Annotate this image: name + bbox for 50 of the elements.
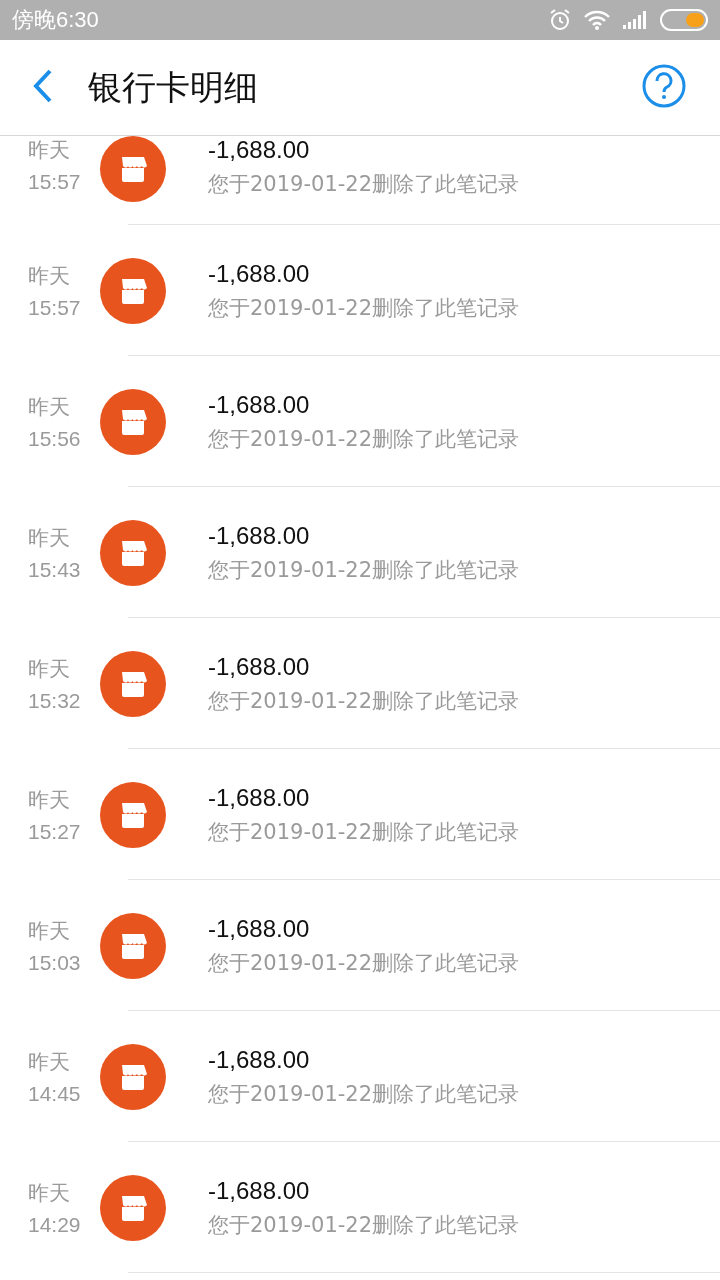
transaction-amount: -1,688.00 xyxy=(208,914,311,943)
transaction-amount: -1,688.00 xyxy=(208,1176,311,1205)
transaction-day: 昨天 xyxy=(28,1178,100,1207)
transaction-amount: -1,688.00 xyxy=(208,783,311,812)
battery-icon xyxy=(660,9,708,31)
transaction-time: 14:45 xyxy=(28,1081,82,1106)
transaction-note: 您于2019-01-22删除了此笔记录 xyxy=(208,687,520,715)
transaction-note: 您于2019-01-22删除了此笔记录 xyxy=(208,294,520,322)
wifi-icon xyxy=(584,10,610,30)
page-title: 银行卡明细 xyxy=(88,65,259,109)
transaction-time: 15:56 xyxy=(28,426,82,451)
shop-icon xyxy=(100,781,166,848)
transaction-time: 15:43 xyxy=(28,557,82,582)
transaction-time: 15:57 xyxy=(28,295,82,320)
transaction-note: 您于2019-01-22删除了此笔记录 xyxy=(208,1080,520,1108)
shop-icon xyxy=(100,912,166,979)
transaction-day: 昨天 xyxy=(28,916,100,945)
clock-time: 傍晚6:30 xyxy=(12,6,99,34)
shop-icon xyxy=(100,1043,166,1110)
shop-icon xyxy=(100,519,166,586)
transaction-day: 昨天 xyxy=(28,392,100,421)
transaction-amount: -1,688.00 xyxy=(208,259,311,288)
transaction-note: 您于2019-01-22删除了此笔记录 xyxy=(208,171,520,198)
transaction-amount: -1,688.00 xyxy=(208,652,311,681)
transaction-day: 昨天 xyxy=(28,136,100,164)
transaction-time: 14:29 xyxy=(28,1212,82,1237)
transaction-day: 昨天 xyxy=(28,1047,100,1076)
transaction-day: 昨天 xyxy=(28,654,100,683)
transaction-note: 您于2019-01-22删除了此笔记录 xyxy=(208,425,520,453)
transaction-amount: -1,688.00 xyxy=(208,136,311,164)
transaction-time: 15:57 xyxy=(28,170,82,194)
alarm-icon xyxy=(548,8,572,32)
transaction-time: 15:03 xyxy=(28,950,82,975)
transaction-time: 15:27 xyxy=(28,819,82,844)
transaction-note: 您于2019-01-22删除了此笔记录 xyxy=(208,949,520,977)
transaction-note: 您于2019-01-22删除了此笔记录 xyxy=(208,556,520,584)
transaction-note: 您于2019-01-22删除了此笔记录 xyxy=(208,1211,520,1239)
transaction-day: 昨天 xyxy=(28,523,100,552)
transaction-day: 昨天 xyxy=(28,261,100,290)
transaction-day: 昨天 xyxy=(28,785,100,814)
transaction-note: 您于2019-01-22删除了此笔记录 xyxy=(208,818,520,846)
transaction-amount: -1,688.00 xyxy=(208,390,311,419)
shop-icon xyxy=(100,257,166,324)
shop-icon xyxy=(100,650,166,717)
transaction-amount: -1,688.00 xyxy=(208,521,311,550)
transaction-time: 15:32 xyxy=(28,688,82,713)
shop-icon xyxy=(100,388,166,455)
shop-icon xyxy=(100,1174,166,1241)
signal-icon xyxy=(622,10,648,30)
transaction-amount: -1,688.00 xyxy=(208,1045,311,1074)
